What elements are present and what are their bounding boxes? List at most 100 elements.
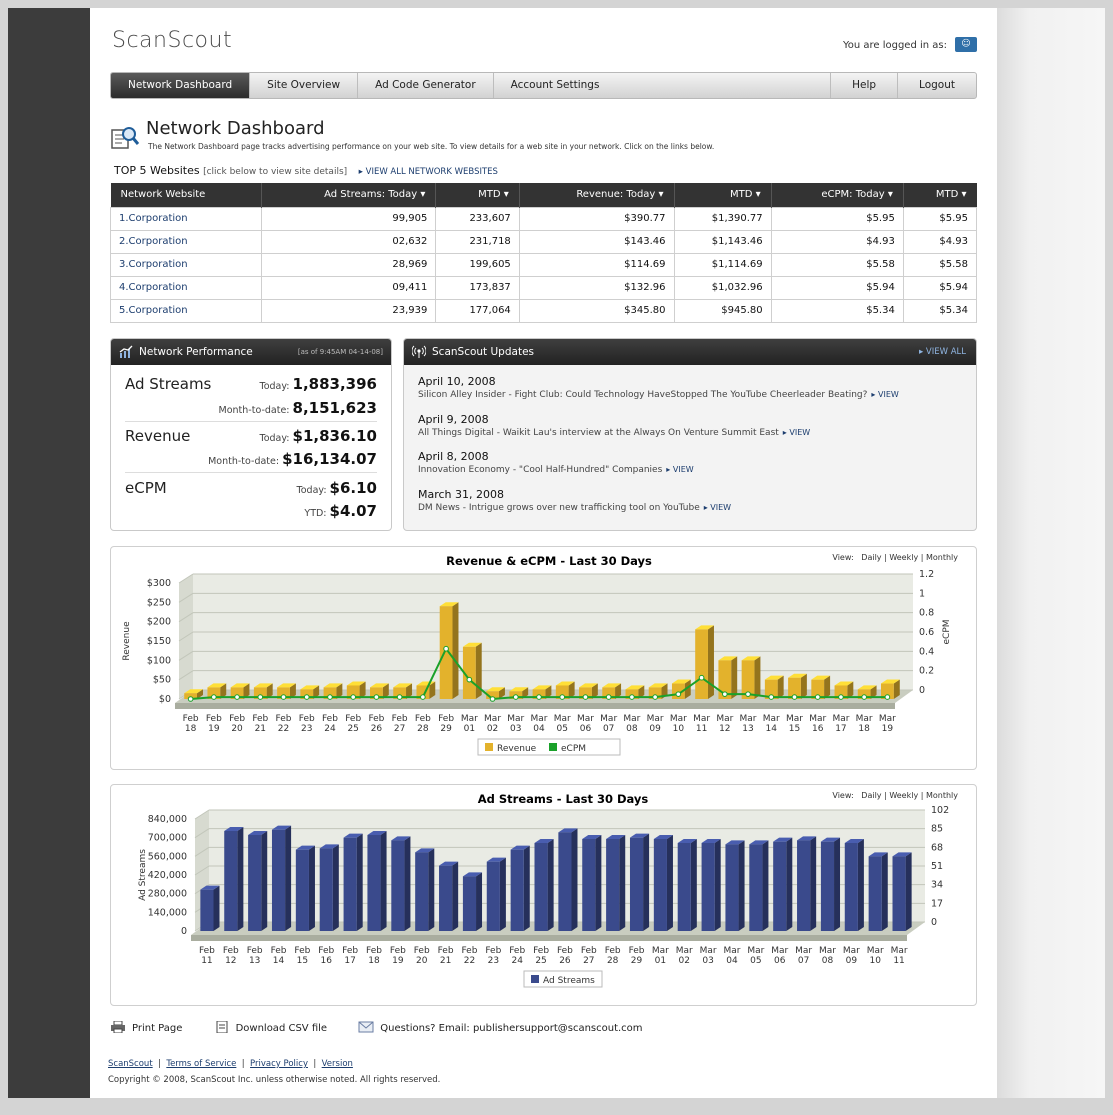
ecpm-today: Today: $6.10 [296, 479, 377, 497]
x-tick-label: 03 [510, 724, 521, 734]
download-csv-link[interactable]: Download CSV file [214, 1021, 341, 1034]
table-header[interactable]: MTD ▾ [902, 183, 977, 207]
tab-site-overview[interactable]: Site Overview [250, 73, 359, 98]
update-item: April 8, 2008 Innovation Economy - "Cool … [418, 450, 968, 475]
bar-side [754, 656, 761, 699]
envelope-icon [358, 1021, 374, 1033]
view-monthly[interactable]: Monthly [926, 553, 958, 562]
table-header[interactable]: Revenue: Today ▾ [518, 183, 675, 207]
view-daily[interactable]: Daily [861, 553, 881, 562]
y2-tick-label: 0 [919, 685, 925, 696]
bar-side [475, 642, 482, 699]
footer-link-privacy[interactable]: Privacy Policy [250, 1059, 308, 1069]
x-tick-label: Feb [366, 946, 382, 956]
bar [582, 839, 596, 931]
x-tick-label: Mar [600, 714, 617, 724]
bar-side [428, 848, 435, 931]
scanscout-logo[interactable]: ScanScout [112, 28, 232, 53]
update-view-link[interactable]: ▸ VIEW [666, 465, 693, 474]
update-view-link[interactable]: ▸ VIEW [783, 428, 810, 437]
broadcast-icon [412, 345, 426, 358]
x-tick-label: Feb [485, 946, 501, 956]
help-link[interactable]: Help [830, 73, 897, 98]
table-header[interactable]: eCPM: Today ▾ [770, 183, 904, 207]
copyright-text: Copyright © 2008, ScanScout Inc. unless … [108, 1075, 441, 1085]
table-header[interactable]: Ad Streams: Today ▾ [260, 183, 436, 207]
ecpm-point [536, 694, 542, 700]
update-date: April 9, 2008 [418, 412, 489, 426]
bar [653, 839, 667, 931]
bar-side [356, 833, 363, 931]
table-cell: $5.58 [770, 252, 904, 277]
x-tick-label: 02 [487, 724, 498, 734]
table-cell: 231,718 [435, 229, 520, 254]
bar-side [738, 840, 745, 931]
x-tick-label: Feb [581, 946, 597, 956]
revenue-today: Today: $1,836.10 [259, 427, 377, 445]
ecpm-point [373, 694, 380, 700]
site-link[interactable]: 5.Corporation [110, 298, 262, 323]
view-monthly[interactable]: Monthly [926, 791, 958, 800]
update-item: April 10, 2008 Silicon Alley Insider - Fi… [418, 375, 968, 400]
x-tick-label: Mar [740, 714, 757, 724]
ecpm-point [327, 694, 333, 700]
x-tick-label: 12 [225, 956, 236, 966]
user-icon[interactable]: ☺ [955, 37, 977, 52]
y2-tick-label: 102 [931, 805, 949, 816]
bar [749, 844, 763, 931]
x-tick-label: Feb [368, 714, 384, 724]
x-tick-label: Mar [693, 714, 710, 724]
x-tick-label: Feb [247, 946, 263, 956]
main-nav: Network Dashboard Site Overview Ad Code … [110, 72, 977, 99]
updates-header: ScanScout Updates ▸ VIEW ALL [404, 339, 976, 365]
x-tick-label: 01 [655, 956, 666, 966]
updates-view-all-link[interactable]: ▸ VIEW ALL [919, 339, 966, 365]
x-tick-label: Feb [461, 946, 477, 956]
bar [319, 848, 333, 931]
site-link[interactable]: 3.Corporation [110, 252, 262, 277]
footer-link-version[interactable]: Version [322, 1059, 353, 1069]
tab-ad-code-generator[interactable]: Ad Code Generator [358, 73, 494, 98]
site-link[interactable]: 2.Corporation [110, 229, 262, 254]
x-tick-label: 23 [301, 724, 312, 734]
table-header[interactable]: MTD ▾ [673, 183, 772, 207]
footer-copyright: ScanScout | Terms of Service | Privacy P… [108, 1056, 440, 1088]
divider [125, 421, 377, 422]
table-cell: $5.58 [902, 252, 978, 277]
table-cell: $5.34 [770, 298, 904, 323]
support-email-link[interactable]: Questions? Email: publishersupport@scans… [358, 1021, 656, 1034]
x-tick-label: 09 [846, 956, 858, 966]
x-tick-label: 02 [679, 956, 690, 966]
ecpm-point [698, 674, 705, 681]
x-tick-label: Feb [271, 946, 287, 956]
x-tick-label: Mar [832, 714, 849, 724]
view-weekly[interactable]: Weekly [889, 791, 918, 800]
bar-side [285, 825, 292, 931]
footer-link-scanscout[interactable]: ScanScout [108, 1059, 153, 1069]
tab-network-dashboard[interactable]: Network Dashboard [111, 73, 251, 98]
x-tick-label: Feb [294, 946, 310, 956]
x-tick-label: 27 [394, 724, 405, 734]
table-header[interactable]: MTD ▾ [435, 183, 520, 207]
view-all-sites-link[interactable]: ▸ VIEW ALL NETWORK WEBSITES [359, 167, 498, 177]
table-cell: 28,969 [260, 252, 437, 277]
x-tick-label: 19 [392, 956, 404, 966]
tab-account-settings[interactable]: Account Settings [494, 73, 617, 98]
view-weekly[interactable]: Weekly [889, 553, 918, 562]
table-cell: $4.93 [902, 229, 978, 254]
logout-link[interactable]: Logout [897, 73, 976, 98]
site-link[interactable]: 1.Corporation [110, 206, 262, 231]
update-view-link[interactable]: ▸ VIEW [704, 503, 731, 512]
x-tick-label: Feb [229, 714, 245, 724]
update-view-link[interactable]: ▸ VIEW [871, 390, 898, 399]
bar [510, 849, 524, 931]
x-tick-label: 05 [750, 956, 761, 966]
ecpm-label: eCPM [125, 479, 167, 497]
print-page-link[interactable]: Print Page [110, 1021, 196, 1034]
table-cell: $5.95 [770, 206, 904, 231]
view-daily[interactable]: Daily [861, 791, 881, 800]
site-link[interactable]: 4.Corporation [110, 275, 262, 300]
bar [773, 841, 787, 931]
footer-link-terms[interactable]: Terms of Service [166, 1059, 236, 1069]
ecpm-point [605, 694, 612, 700]
